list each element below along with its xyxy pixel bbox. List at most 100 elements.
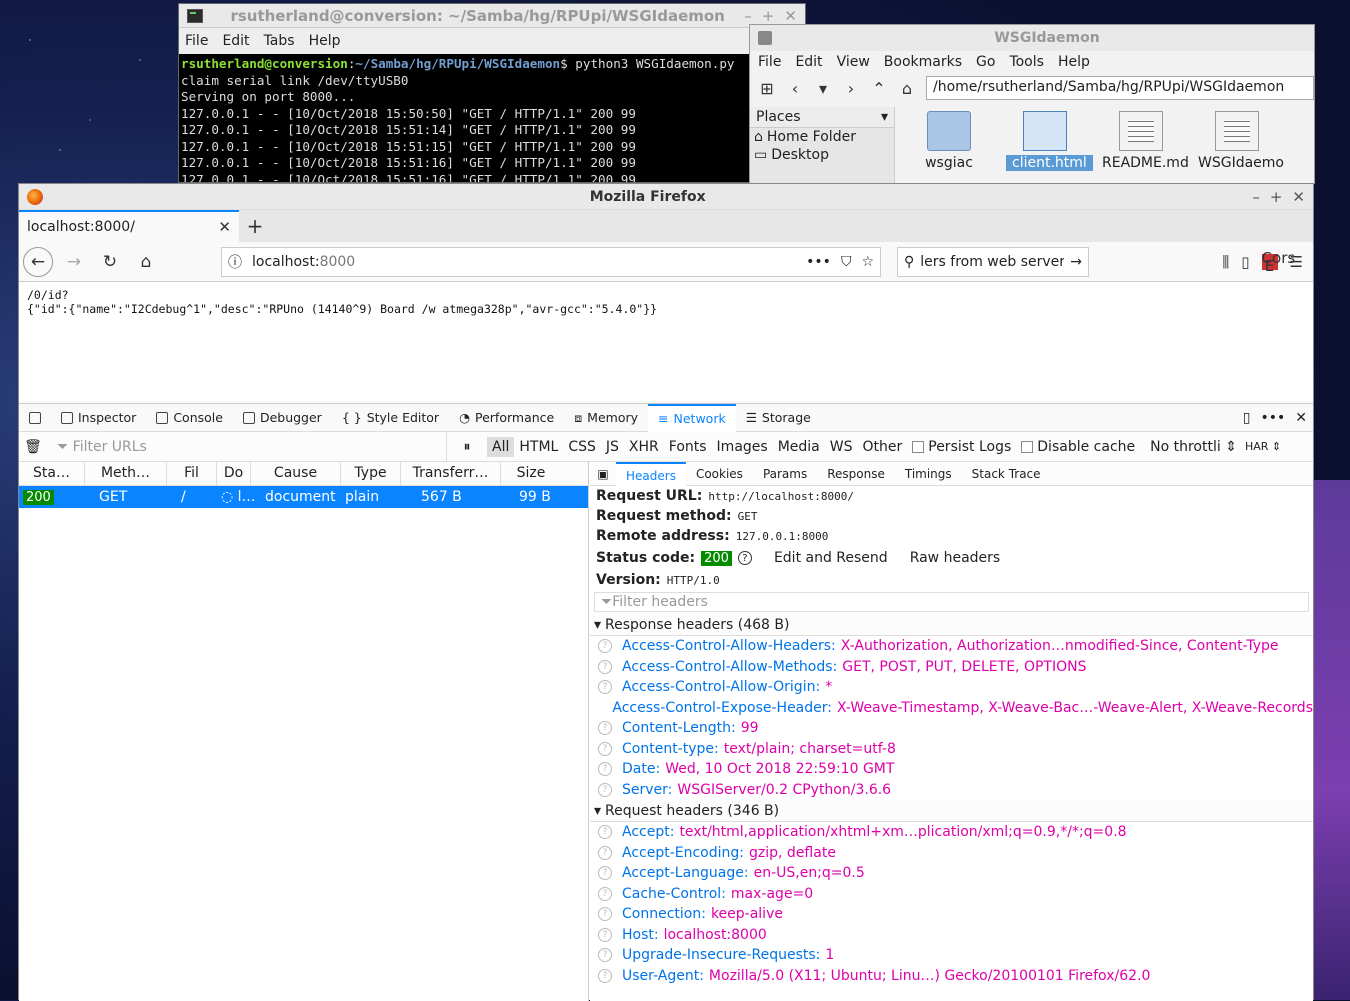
filter-fonts[interactable]: Fonts xyxy=(664,437,712,457)
header-row[interactable]: ? Access-Control-Allow-Headers: X-Authoriz… xyxy=(590,636,1313,657)
tab-performance[interactable]: ◔ Performance xyxy=(449,404,564,432)
tab-params[interactable]: Params xyxy=(753,462,817,486)
browser-tab[interactable]: localhost:8000/ ✕ xyxy=(19,210,239,242)
header-row[interactable]: ? Connection: keep-alive xyxy=(590,904,1313,925)
home-button[interactable]: ⌂ xyxy=(131,247,161,277)
col-type[interactable]: Type xyxy=(341,462,401,485)
header-row[interactable]: ? User-Agent: Mozilla/5.0 (X11; Ubuntu; Li… xyxy=(590,966,1313,987)
fm-menu-help[interactable]: Help xyxy=(1058,54,1090,70)
header-row[interactable]: ? Upgrade-Insecure-Requests: 1 xyxy=(590,945,1313,966)
firefox-titlebar[interactable]: Mozilla Firefox – + ✕ xyxy=(19,184,1313,210)
sidebar-icon[interactable]: ▯ xyxy=(1241,253,1249,271)
dock-icon[interactable]: ▯ xyxy=(1243,410,1251,426)
close-tab-icon[interactable]: ✕ xyxy=(218,218,231,236)
sidebar-item-desktop[interactable]: ▭ Desktop xyxy=(750,146,894,164)
tab-timings[interactable]: Timings xyxy=(895,462,962,486)
header-row[interactable]: ? Cache-Control: max-age=0 xyxy=(590,884,1313,905)
filter-headers-input[interactable]: ⏷ Filter headers xyxy=(594,592,1309,612)
col-file[interactable]: Fil xyxy=(167,462,217,485)
header-row[interactable]: ? Accept-Language: en-US,en;q=0.5 xyxy=(590,863,1313,884)
throttling-select[interactable]: No throttli ⇕ xyxy=(1140,439,1237,455)
url-bar[interactable]: ⓘ localhost:8000 ••• ⛉ ☆ xyxy=(221,246,881,277)
file-item[interactable]: wsgiac xyxy=(910,107,988,171)
trash-icon[interactable]: 🗑 xyxy=(19,439,47,455)
fm-menu-view[interactable]: View xyxy=(837,54,870,70)
pocket-icon[interactable]: ⛉ xyxy=(841,254,852,270)
terminal-window[interactable]: rsutherland@conversion: ~/Samba/hg/RPUpi… xyxy=(178,3,806,183)
menu-help[interactable]: Help xyxy=(309,33,341,49)
tab-style-editor[interactable]: { } Style Editor xyxy=(332,404,449,432)
header-row[interactable]: ? Date: Wed, 10 Oct 2018 22:59:10 GMT xyxy=(590,759,1313,780)
filter-js[interactable]: JS xyxy=(601,437,624,457)
col-cause[interactable]: Cause xyxy=(251,462,341,485)
new-tab-icon[interactable]: ⊞ xyxy=(758,79,776,98)
bookmark-star-icon[interactable]: ☆ xyxy=(861,254,874,270)
maximize-icon[interactable]: + xyxy=(1270,188,1283,206)
help-icon[interactable]: ? xyxy=(598,866,612,881)
filter-images[interactable]: Images xyxy=(712,437,773,457)
file-manager-titlebar[interactable]: WSGIdaemon xyxy=(750,25,1314,51)
menu-edit[interactable]: Edit xyxy=(222,33,249,49)
back-button[interactable]: ← xyxy=(23,246,53,277)
menu-file[interactable]: File xyxy=(185,33,208,49)
sidebar-item-home[interactable]: ⌂ Home Folder xyxy=(750,128,894,146)
terminal-output[interactable]: rsutherland@conversion:~/Samba/hg/RPUpi/… xyxy=(179,54,805,182)
cors-extension-icon[interactable]: Cors E xyxy=(1261,250,1295,273)
help-icon[interactable]: ? xyxy=(737,551,752,565)
col-domain[interactable]: Do xyxy=(217,462,251,485)
reload-button[interactable]: ↻ xyxy=(95,247,125,277)
tab-memory[interactable]: ⧈ Memory xyxy=(564,404,648,432)
header-row[interactable]: ? Accept: text/html,application/xhtml+xm…p… xyxy=(590,822,1313,843)
header-row[interactable]: ? Server: WSGIServer/0.2 CPython/3.6.6 xyxy=(590,780,1313,801)
pause-icon[interactable]: ⏸ xyxy=(447,439,487,455)
fm-menu-edit[interactable]: Edit xyxy=(795,54,822,70)
tab-network[interactable]: ≡ Network xyxy=(648,403,736,432)
header-row[interactable]: Access-Control-Expose-Header: X-Weave-Tim… xyxy=(590,698,1313,719)
page-actions-icon[interactable]: ••• xyxy=(806,254,831,270)
table-row[interactable]: 200 GET / ◌ l… document plain 567 B 99 B xyxy=(19,486,588,508)
tab-response[interactable]: Response xyxy=(817,462,895,486)
close-devtools-icon[interactable]: ✕ xyxy=(1295,410,1307,426)
minimize-icon[interactable]: – xyxy=(744,7,752,25)
library-icon[interactable]: ⫼ xyxy=(1222,253,1229,271)
hamburger-menu-icon[interactable]: ☰ xyxy=(1290,253,1303,271)
filter-html[interactable]: HTML xyxy=(514,437,563,457)
file-item[interactable]: README.md xyxy=(1102,107,1189,171)
arrow-right-icon[interactable]: → xyxy=(1070,254,1082,270)
header-row[interactable]: ? Accept-Encoding: gzip, deflate xyxy=(590,843,1313,864)
search-input[interactable]: lers from web server xyxy=(920,254,1064,270)
help-icon[interactable]: ? xyxy=(598,845,612,860)
tab-cookies[interactable]: Cookies xyxy=(686,462,753,486)
tab-debugger[interactable]: Debugger xyxy=(233,404,332,432)
back-arrow-icon[interactable]: ‹ xyxy=(786,79,804,98)
col-size[interactable]: Size xyxy=(501,462,561,485)
request-headers-section[interactable]: ▾ Request headers (346 B) xyxy=(590,800,1313,822)
col-method[interactable]: Meth… xyxy=(85,462,167,485)
help-icon[interactable]: ? xyxy=(598,721,612,736)
more-options-icon[interactable]: ••• xyxy=(1260,410,1285,426)
filter-ws[interactable]: WS xyxy=(825,437,858,457)
maximize-icon[interactable]: + xyxy=(762,7,775,25)
firefox-window[interactable]: Mozilla Firefox – + ✕ localhost:8000/✕ + ←… xyxy=(18,183,1314,1001)
close-icon[interactable]: ✕ xyxy=(1292,188,1305,206)
home-icon[interactable]: ⌂ xyxy=(898,79,916,98)
header-row[interactable]: ? Content-Length: 99 xyxy=(590,718,1313,739)
help-icon[interactable]: ? xyxy=(598,762,612,777)
filter-media[interactable]: Media xyxy=(773,437,825,457)
fm-menu-bookmarks[interactable]: Bookmarks xyxy=(884,54,962,70)
edit-resend-button[interactable]: Edit and Resend xyxy=(774,550,888,566)
filter-xhr[interactable]: XHR xyxy=(624,437,664,457)
menu-tabs[interactable]: Tabs xyxy=(264,33,295,49)
help-icon[interactable]: ? xyxy=(598,927,612,942)
header-row[interactable]: ? Host: localhost:8000 xyxy=(590,925,1313,946)
fm-menu-go[interactable]: Go xyxy=(976,54,995,70)
file-item[interactable]: client.html xyxy=(1006,107,1093,171)
header-row[interactable]: ? Access-Control-Allow-Methods: GET, POST,… xyxy=(590,657,1313,678)
minimize-icon[interactable]: – xyxy=(1252,188,1260,206)
toggle-panel-icon[interactable]: ▣ xyxy=(590,467,616,481)
forward-button[interactable]: → xyxy=(59,247,89,277)
help-icon[interactable]: ? xyxy=(598,825,612,840)
tab-stack-trace[interactable]: Stack Trace xyxy=(962,462,1051,486)
forward-arrow-icon[interactable]: › xyxy=(842,79,860,98)
tab-storage[interactable]: ☰ Storage xyxy=(736,404,821,432)
